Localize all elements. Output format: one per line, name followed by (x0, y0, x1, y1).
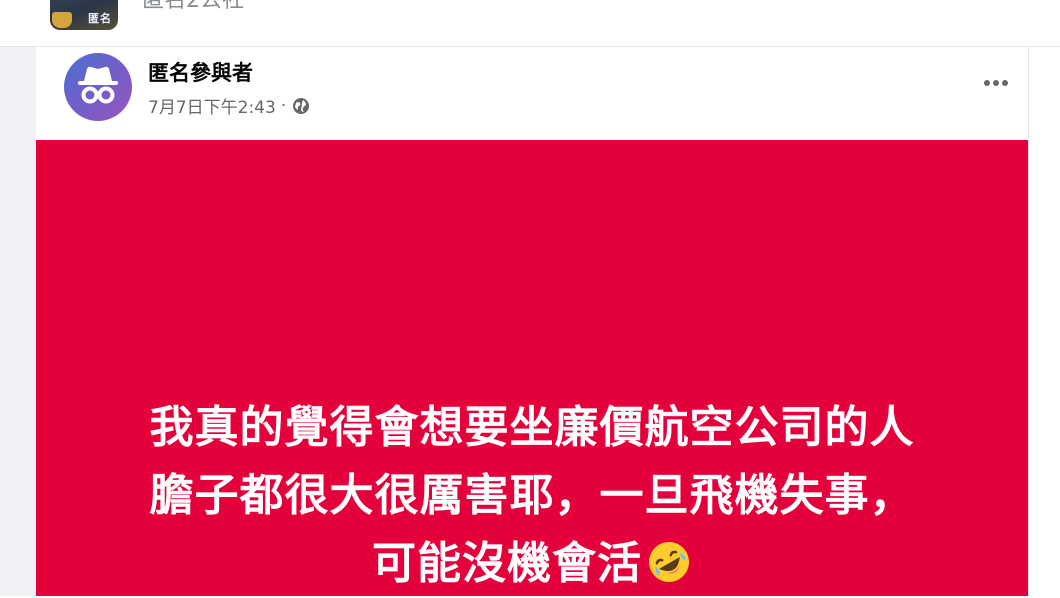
group-name[interactable]: 匿名2公社 (142, 0, 244, 14)
more-dot-icon (984, 80, 990, 86)
group-avatar-text: 匿名 (88, 12, 112, 25)
group-header-bar: 匿名 匿名2公社 (0, 0, 1060, 47)
more-dot-icon (993, 80, 999, 86)
meta-separator: · (280, 95, 287, 116)
globe-icon (293, 97, 310, 114)
post-header: 匿名參與者 7月7日下午2:43 · (36, 47, 1028, 140)
post-text-line-1: 我真的覺得會想要坐廉價航空公司的人 (149, 402, 915, 453)
left-background-rail (0, 47, 36, 596)
right-background-rail (1028, 47, 1060, 596)
post-text-line-3: 可能沒機會活 (372, 538, 642, 589)
post-text-line-3-wrapper: 可能沒機會活 (36, 530, 1028, 598)
post-timestamp[interactable]: 7月7日下午2:43 (148, 93, 276, 118)
post-more-button[interactable] (976, 69, 1016, 97)
incognito-icon (78, 66, 118, 104)
post-meta: 7月7日下午2:43 · (148, 93, 310, 118)
post-text: 我真的覺得會想要坐廉價航空公司的人 膽子都很大很厲害耶，一旦飛機失事， 可能沒機… (36, 394, 1028, 598)
anonymous-avatar[interactable] (64, 53, 132, 121)
group-emblem-icon (52, 12, 72, 28)
post-text-background: 我真的覺得會想要坐廉價航空公司的人 膽子都很大很厲害耶，一旦飛機失事， 可能沒機… (36, 140, 1028, 596)
more-dot-icon (1002, 80, 1008, 86)
post-author-name[interactable]: 匿名參與者 (148, 57, 253, 87)
post-card: 匿名參與者 7月7日下午2:43 · 我真的覺得會想要坐廉價航空公司的人 膽子都… (36, 47, 1028, 596)
rolling-laughing-emoji-icon (649, 542, 689, 582)
post-text-line-2: 膽子都很大很厲害耶，一旦飛機失事， (149, 470, 915, 521)
group-avatar[interactable]: 匿名 (50, 0, 118, 30)
